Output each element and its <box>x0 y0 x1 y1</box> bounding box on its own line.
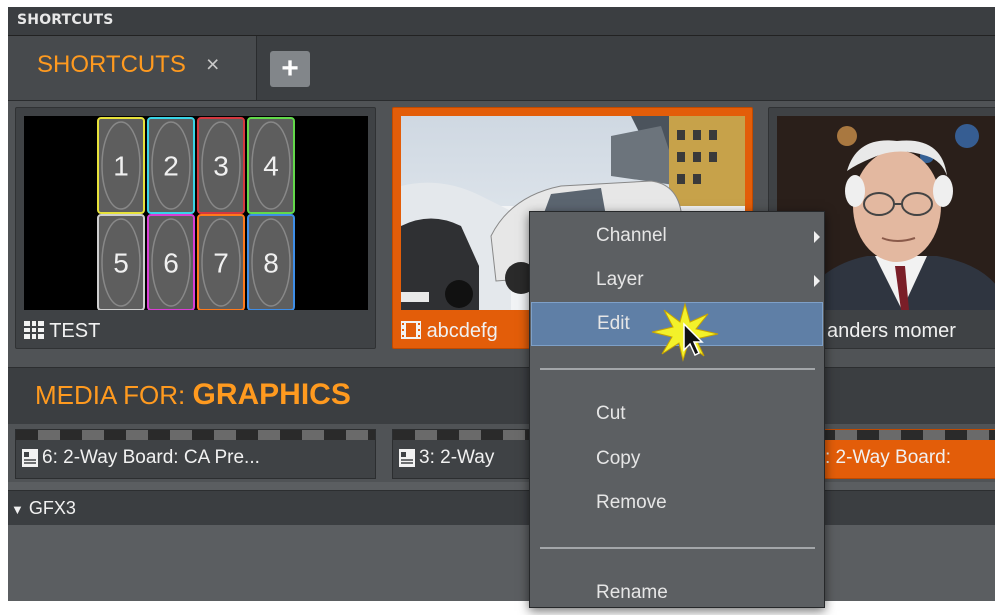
layout-cell-5: 5 <box>97 214 145 310</box>
menu-item-layer[interactable]: Layer <box>530 258 824 302</box>
menu-item-copy[interactable]: Copy <box>530 437 824 481</box>
layout-thumbnail: 1 2 3 4 5 6 7 8 <box>24 116 368 310</box>
media-item-label: 6: 2-Way Board: CA Pre... <box>42 447 260 468</box>
layout-cell-number: 5 <box>113 248 129 279</box>
layout-cell-4: 4 <box>247 117 295 214</box>
layout-cell-1: 1 <box>97 117 145 214</box>
group-header-gfx3[interactable]: ▼ GFX3 <box>8 490 995 526</box>
group-content <box>8 525 995 601</box>
media-title-main: GRAPHICS <box>192 378 351 411</box>
shortcut-name: TEST <box>49 320 101 342</box>
media-list: 6: 2-Way Board: CA Pre... 3: 2-Way : 2-W… <box>8 424 995 482</box>
panel-title: SHORTCUTS <box>17 12 114 28</box>
layout-cell-number: 8 <box>263 248 279 279</box>
tab-label: SHORTCUTS <box>37 51 186 78</box>
submenu-arrow-icon <box>814 231 820 243</box>
thumbnail-strip <box>16 430 375 440</box>
layout-cell-7: 7 <box>197 214 245 310</box>
grid-icon <box>24 321 44 339</box>
media-header: MEDIA FOR: GRAPHICS <box>8 367 995 424</box>
shortcut-label-abcdefg: abcdefg <box>401 320 498 344</box>
click-highlight-cursor <box>651 302 719 362</box>
layout-cell-6: 6 <box>147 214 195 310</box>
submenu-arrow-icon <box>814 275 820 287</box>
menu-item-channel[interactable]: Channel <box>530 214 824 258</box>
layout-cell-3: 3 <box>197 117 245 214</box>
close-icon[interactable]: × <box>206 51 219 78</box>
panel-header: SHORTCUTS <box>8 7 995 36</box>
layout-cell-number: 3 <box>213 151 229 182</box>
add-tab-button[interactable]: + <box>270 51 310 87</box>
media-title-prefix: MEDIA FOR: <box>35 380 186 410</box>
tab-bar: SHORTCUTS × + <box>8 36 995 101</box>
layout-cell-number: 7 <box>213 248 229 279</box>
shortcut-card-test[interactable]: 1 2 3 4 5 6 7 8 TEST <box>15 107 376 349</box>
menu-item-cut[interactable]: Cut <box>530 392 824 436</box>
layout-cell-number: 6 <box>163 248 179 279</box>
shortcut-name: anders momer <box>827 320 956 342</box>
shortcut-label-test: TEST <box>24 320 100 344</box>
context-menu: Channel Layer Edit Cut Copy Remove Renam… <box>529 211 825 608</box>
triangle-down-icon[interactable]: ▼ <box>11 502 24 517</box>
layout-grid-preview: 1 2 3 4 5 6 7 8 <box>97 117 295 310</box>
app-window: SHORTCUTS SHORTCUTS × + 1 2 3 4 5 6 7 8 TEST ab… <box>8 7 995 601</box>
layout-cell-8: 8 <box>247 214 295 310</box>
group-label: ▼ GFX3 <box>11 498 76 518</box>
shortcuts-grid: 1 2 3 4 5 6 7 8 TEST abcdefg anders momer <box>8 101 995 367</box>
media-item-label: 3: 2-Way <box>419 447 495 468</box>
layout-cell-2: 2 <box>147 117 195 214</box>
menu-item-rename[interactable]: Rename <box>530 571 824 615</box>
shortcut-name: abcdefg <box>426 320 498 342</box>
layout-cell-number: 2 <box>163 151 179 182</box>
menu-separator <box>540 368 815 370</box>
page-icon <box>22 449 38 467</box>
media-title: MEDIA FOR: GRAPHICS <box>35 378 351 412</box>
film-icon <box>401 321 421 339</box>
media-item-label: : 2-Way Board: <box>825 447 952 468</box>
menu-separator <box>540 547 815 549</box>
menu-item-remove[interactable]: Remove <box>530 481 824 525</box>
page-icon <box>399 449 415 467</box>
layout-cell-number: 4 <box>263 151 279 182</box>
layout-cell-number: 1 <box>113 151 129 182</box>
shortcut-label-sanders: anders momer <box>827 320 956 344</box>
media-item[interactable]: 6: 2-Way Board: CA Pre... <box>15 429 376 479</box>
tab-shortcuts[interactable]: SHORTCUTS × <box>8 36 257 100</box>
